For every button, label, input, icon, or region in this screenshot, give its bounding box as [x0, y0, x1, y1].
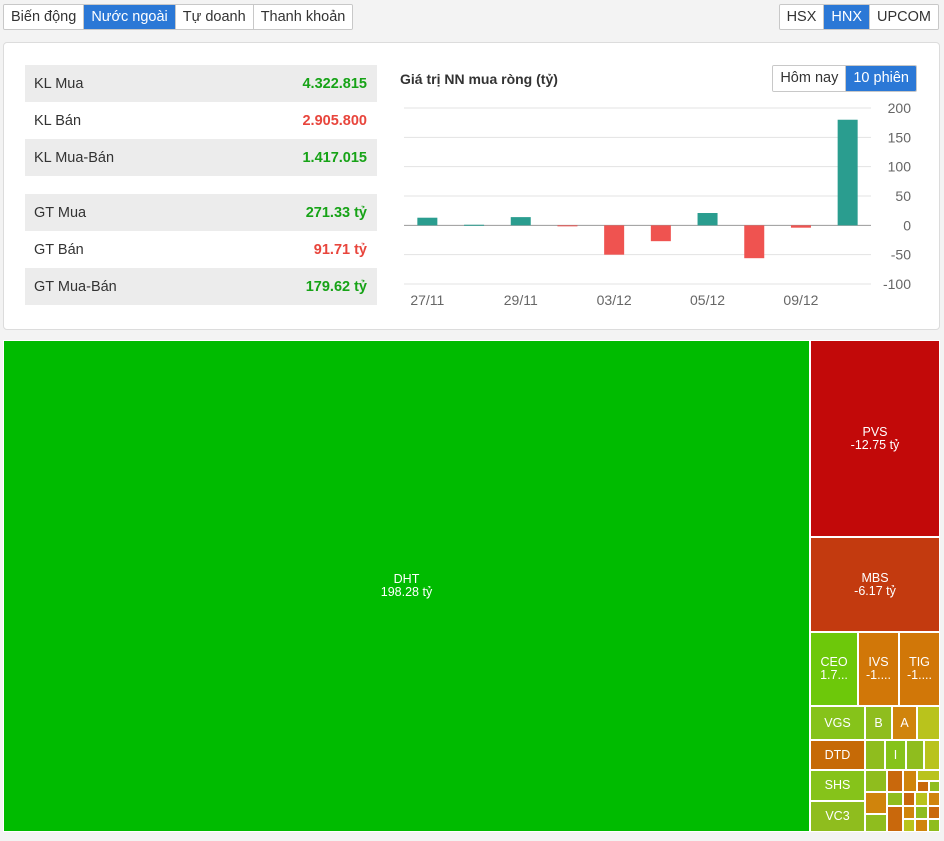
- tab-tu-doanh[interactable]: Tự doanh: [175, 5, 254, 29]
- tile-value: -1....: [865, 668, 891, 682]
- x-tick-label: 03/12: [597, 292, 632, 308]
- treemap-tile-small[interactable]: [917, 781, 929, 792]
- exchange-hnx-button[interactable]: HNX: [824, 5, 871, 29]
- bar: [697, 213, 718, 226]
- y-tick-label: 150: [888, 129, 912, 145]
- y-tick-label: 200: [888, 100, 912, 116]
- view-tab-group: Biến động Nước ngoài Tự doanh Thanh khoả…: [3, 4, 354, 30]
- exchange-tab-group: HSX HNX UPCOM: [778, 4, 939, 30]
- treemap-tile-small[interactable]: [924, 740, 940, 770]
- tile-symbol: MBS: [861, 570, 889, 585]
- bar: [837, 119, 858, 226]
- tile-symbol: A: [900, 715, 909, 730]
- treemap-tile-small[interactable]: [887, 806, 903, 832]
- tile-value: -6.17 tỷ: [854, 583, 896, 598]
- treemap-tile-small[interactable]: [887, 770, 903, 792]
- y-tick-label: 100: [888, 159, 912, 175]
- treemap-tile-small[interactable]: [903, 819, 915, 832]
- tile-value: 1.7...: [820, 668, 848, 682]
- bar: [650, 225, 671, 242]
- treemap-tile-small[interactable]: [865, 814, 887, 832]
- treemap-tile-small[interactable]: [887, 792, 903, 806]
- exchange-tabs: HSX HNX UPCOM: [778, 4, 939, 30]
- foreign-trading-panel: KL Mua 4.322.815 KL Bán 2.905.800 KL Mua…: [3, 42, 940, 330]
- tile-value: 198.28 tỷ: [380, 585, 433, 599]
- tile-symbol: B: [874, 715, 883, 730]
- tab-thanh-khoan[interactable]: Thanh khoản: [253, 5, 353, 29]
- tile-symbol: PVS: [862, 424, 888, 439]
- x-tick-label: 09/12: [783, 292, 818, 308]
- tile-symbol: VC3: [825, 809, 850, 823]
- tile-symbol: DTD: [824, 747, 851, 762]
- treemap-tile-small[interactable]: [915, 819, 928, 832]
- treemap-tile-dtd[interactable]: DTD: [810, 740, 865, 770]
- treemap-tile-ceo[interactable]: CEO 1.7...: [810, 632, 858, 706]
- foreign-net-treemap: DHT 198.28 tỷ PVS -12.75 tỷ MBS -6.17 tỷ…: [3, 340, 940, 832]
- tab-nuoc-ngoai[interactable]: Nước ngoài: [84, 5, 176, 29]
- treemap-tile-small[interactable]: [929, 781, 940, 792]
- treemap-tile-tig[interactable]: TIG -1....: [899, 632, 940, 706]
- x-tick-label: 27/11: [410, 292, 444, 308]
- x-tick-label: 05/12: [690, 292, 725, 308]
- treemap-tile-vc3[interactable]: VC3: [810, 801, 865, 832]
- tab-bien-dong[interactable]: Biến động: [4, 5, 85, 29]
- treemap-tile-pvs[interactable]: PVS -12.75 tỷ: [810, 340, 940, 537]
- treemap-tile-a[interactable]: A: [892, 706, 917, 740]
- treemap-tile-small[interactable]: [903, 792, 915, 806]
- tile-value: -1....: [906, 668, 932, 682]
- treemap-tile-small[interactable]: [903, 770, 917, 792]
- bar: [510, 217, 531, 226]
- treemap-tile-small[interactable]: [903, 806, 915, 819]
- bar: [744, 225, 765, 259]
- treemap-tile-mbs[interactable]: MBS -6.17 tỷ: [810, 537, 940, 632]
- tile-symbol: I: [893, 747, 898, 762]
- bar: [557, 225, 578, 227]
- treemap-tile-small[interactable]: [865, 792, 887, 814]
- y-tick-label: 50: [895, 188, 911, 204]
- bar: [464, 224, 485, 226]
- treemap-tile-vgs[interactable]: VGS: [810, 706, 865, 740]
- treemap-tile-small[interactable]: [917, 706, 940, 740]
- exchange-hsx-button[interactable]: HSX: [779, 5, 825, 29]
- treemap-tile-small[interactable]: [865, 770, 887, 792]
- tile-symbol: VGS: [824, 715, 851, 730]
- bar: [604, 225, 625, 255]
- treemap-tile-b[interactable]: B: [865, 706, 892, 740]
- y-tick-label: -100: [883, 276, 911, 292]
- treemap-tile-small[interactable]: [865, 740, 885, 770]
- treemap-tile-small[interactable]: [928, 819, 940, 832]
- tile-value: -12.75 tỷ: [850, 437, 900, 452]
- treemap-tile-small[interactable]: [917, 770, 940, 781]
- treemap-tile-i[interactable]: I: [885, 740, 906, 770]
- net-buy-bar-chart: 200 150 100 50 0 -50 -100 27/11 29/11 03/12 05/12 0…: [404, 100, 912, 308]
- treemap-tile-ivs[interactable]: IVS -1....: [858, 632, 899, 706]
- bar: [790, 225, 811, 228]
- tile-symbol: SHS: [824, 778, 851, 792]
- treemap-tile-shs[interactable]: SHS: [810, 770, 865, 801]
- bar: [417, 217, 438, 226]
- treemap-tile-small[interactable]: [928, 806, 940, 819]
- treemap-tile-dht[interactable]: DHT 198.28 tỷ: [3, 340, 810, 832]
- treemap-tile-small[interactable]: [928, 792, 940, 806]
- treemap-tile-small[interactable]: [915, 792, 928, 806]
- x-tick-label: 29/11: [504, 292, 538, 308]
- y-tick-label: -50: [891, 247, 911, 263]
- treemap-tile-small[interactable]: [906, 740, 924, 770]
- y-tick-label: 0: [903, 217, 911, 233]
- exchange-upcom-button[interactable]: UPCOM: [870, 5, 938, 29]
- treemap-tile-small[interactable]: [915, 806, 928, 819]
- view-tabs: Biến động Nước ngoài Tự doanh Thanh khoả…: [3, 4, 354, 30]
